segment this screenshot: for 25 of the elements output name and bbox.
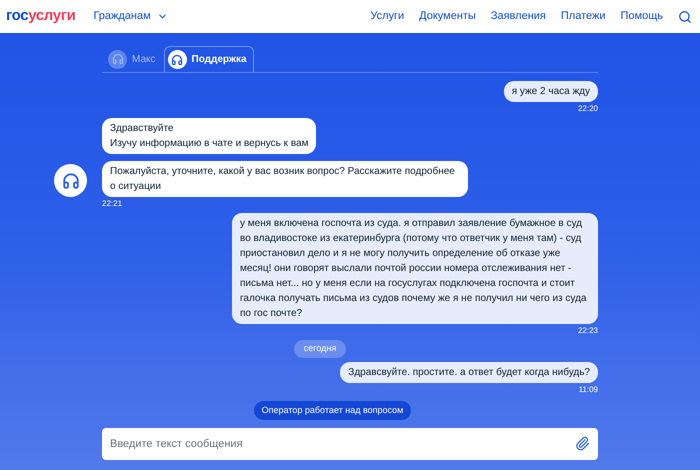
message-bubble: у меня включена госпочта из суда. я отправил заявление бумажное в суд во владивостоке из екатеринбурга (потому что ответчик у меня там) - суд приостановил дело и я не могу получить определение об отказе уже месяц! они говорят выслали почтой россии номера отслеживания нет - письма нет... но у меня если на госуслугах подключена госпочта и стоит галочка получать письма из судов почему же я не получил ни чего из суда по гос почте? bbox=[232, 213, 598, 324]
search-icon[interactable] bbox=[678, 10, 692, 24]
nav-link[interactable]: Документы bbox=[419, 8, 476, 25]
nav-link[interactable]: Платежи bbox=[560, 8, 606, 25]
message-time: 22:23 bbox=[578, 326, 598, 336]
message-time: 22:21 bbox=[102, 199, 122, 209]
logo[interactable]: госуслуги bbox=[6, 5, 76, 28]
nav-link[interactable]: Услуги bbox=[370, 8, 404, 25]
message-bubble: Здравствуйте Изучу информацию в чате и вернусь к вам bbox=[102, 118, 316, 154]
message-time: 11:09 bbox=[578, 384, 598, 394]
message-bubble: Пожалуйста, уточните, какой у вас возник вопрос? Расскажите подробнее о ситуации bbox=[102, 161, 468, 197]
message-time: 22:20 bbox=[578, 104, 598, 114]
chat-tab[interactable]: Поддержка bbox=[164, 46, 254, 72]
message-input[interactable]: Введите текст сообщения bbox=[102, 428, 598, 460]
audience-menu[interactable]: Гражданам bbox=[93, 8, 168, 25]
status-chip: Оператор работает над вопросом bbox=[254, 400, 412, 420]
nav-link[interactable]: Заявления bbox=[490, 8, 546, 25]
nav-link[interactable]: Помощь bbox=[620, 8, 663, 25]
attach-icon[interactable] bbox=[575, 436, 590, 451]
headset-icon bbox=[168, 50, 186, 69]
date-chip: сегодня bbox=[294, 340, 346, 358]
headset-icon bbox=[108, 50, 127, 68]
message-bubble: Здравсвуйте. простите. а ответ будет когда нибудь? bbox=[340, 362, 598, 382]
message-bubble: я уже 2 часа жду bbox=[504, 81, 598, 102]
headset-icon bbox=[62, 172, 80, 190]
